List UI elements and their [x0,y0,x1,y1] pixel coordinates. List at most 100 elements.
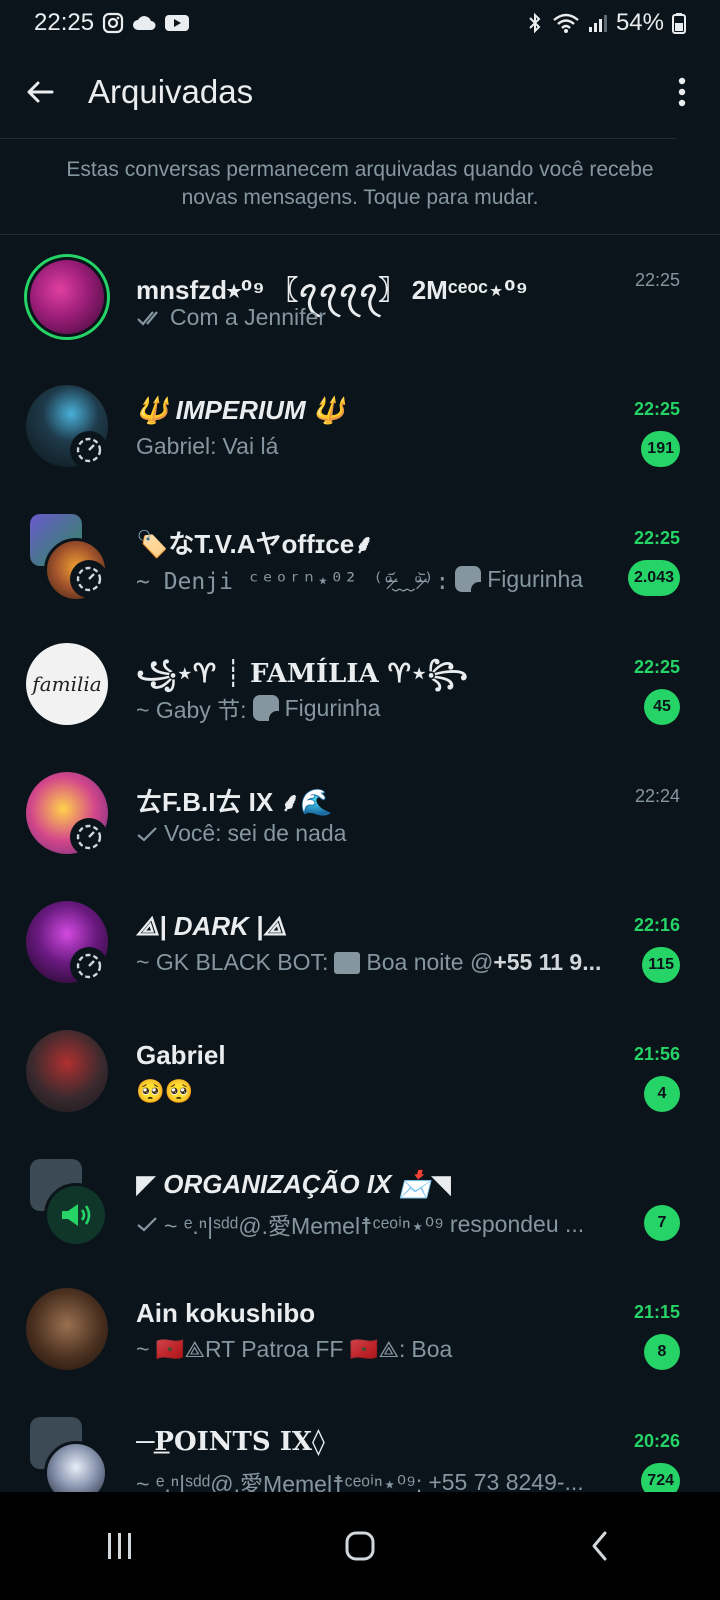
battery-icon [672,12,686,34]
chat-row[interactable]: familia ꧁⋆♈︎ ┊ FAMÍLIA ♈︎⋆꧂ ~ Gaby 节: Fi… [0,629,720,758]
single-check-icon [137,1217,157,1232]
chat-name-text: 🔱 IMPERIUM 🔱 [136,395,346,425]
chat-row[interactable]: Ain kokushibo ~ 🇲🇦⟁RT Patroa FF 🇲🇦⟁: Boa… [0,1274,720,1403]
status-update-icon [70,431,108,469]
chat-preview-sender: Gabriel: [136,433,217,459]
chat-time: 22:25 [633,657,680,677]
page-title: Arquivadas [88,73,254,110]
divider [0,138,676,139]
archive-notice[interactable]: Estas conversas permanecem arquivadas qu… [40,156,680,212]
status-bar: 22:25 54% [0,0,720,46]
chat-name: ◤ ORGANIZAÇÃO IX 📩◥ [136,1169,616,1200]
avatar[interactable] [26,1288,108,1370]
chat-time: 22:25 [634,270,680,290]
chat-row[interactable]: Gabriel 🥺🥺 21:56 4 [0,1016,720,1145]
status-time: 22:25 [34,9,95,36]
chat-preview-text: Vai lá [222,433,279,459]
recent-apps-button[interactable] [60,1492,180,1600]
instagram-icon [102,12,124,34]
chat-preview: ~ GK BLACK BOT: Boa noite @ +55 11 9... [136,949,626,976]
unread-badge: 115 [642,947,680,983]
chat-preview: ~ Denji ᶜᵉᵒʳⁿ⋆⁰² ⁽ᵒ̴̶̷᷄﹏ᵒ̴̶̷᷅⁾: Figurinh… [136,562,626,596]
chat-row[interactable]: 🏷️なT.V.Aヤoffɪce⸙ ~ Denji ᶜᵉᵒʳⁿ⋆⁰² ⁽ᵒ̴̶̷᷄… [0,500,720,629]
chat-preview-mention: +55 11 9... [493,949,602,975]
chat-preview-sender: ~ 🇲🇦⟁RT Patroa FF 🇲🇦⟁: [136,1336,406,1362]
chevron-left-icon [592,1531,607,1561]
avatar-text: familia [32,672,102,696]
chat-preview-text: Boa [411,1336,453,1362]
chat-row[interactable]: ⟁| DARK |⟁ ~ GK BLACK BOT: Boa noite @ +5… [0,887,720,1016]
wifi-icon [552,12,580,34]
chat-preview-text: Figurinha [284,694,381,721]
chat-preview: Com a Jennifer [136,304,626,331]
battery-percent: 54% [615,9,664,36]
sticker-icon [252,695,279,721]
chat-time: 21:56 [633,1044,680,1064]
avatar[interactable] [26,1030,108,1112]
unread-badge: 45 [644,689,680,725]
double-check-icon [137,310,158,326]
chat-preview-text: Boa noite @ [366,949,494,975]
chat-row[interactable]: ㄊF.B.Iㄊ IX ⸙🌊 Você: sei de nada 22:24 [0,758,720,887]
chat-time: 21:15 [633,1302,680,1322]
chat-preview: 🥺🥺 [136,1078,626,1105]
chat-preview-sender: ~ GK BLACK BOT: [136,949,329,975]
unread-badge: 4 [644,1076,680,1112]
chat-preview-sender: ~ Gaby 节: [136,697,247,723]
chat-preview-text: respondeu ... [449,1210,585,1237]
chat-name: 🔱 IMPERIUM 🔱 [136,395,616,426]
chat-preview: Você: sei de nada [136,820,626,847]
chat-time: 22:25 [633,399,680,419]
unread-badge: 2.043 [627,560,680,596]
arrow-left-icon [27,81,54,103]
system-navigation-bar [0,1492,720,1600]
more-vertical-icon [678,77,686,107]
cloud-icon [132,14,156,32]
chat-preview-text: Figurinha [487,565,584,592]
single-check-icon [137,826,157,841]
chat-name-text: ⟁| DARK |⟁ [136,911,287,941]
chat-name: ㄊF.B.Iㄊ IX ⸙🌊 [136,787,333,817]
chat-time: 22:16 [633,915,680,935]
recent-apps-icon [108,1533,131,1559]
avatar[interactable]: familia [26,643,108,725]
chat-row[interactable]: ◤ ORGANIZAÇÃO IX 📩◥ ~ ᵉ.ⁿ|ˢᵈᵈ@.愛Memel☨ᶜᵉ… [0,1145,720,1274]
chat-name: ⟁| DARK |⟁ [136,911,616,943]
chat-name: Ain kokushibo [136,1298,316,1328]
chat-row[interactable]: 🔱 IMPERIUM 🔱 Gabriel: Vai lá 22:25 191 [0,371,720,500]
chat-preview-text: Com a Jennifer [170,304,326,330]
chat-name: 🏷️なT.V.Aヤoffɪce⸙ [136,529,374,559]
app-bar: Arquivadas [0,46,720,138]
bluetooth-icon [526,11,544,35]
unread-badge: 7 [644,1205,680,1241]
image-icon [334,951,361,974]
unread-badge: 191 [641,431,680,467]
divider [0,234,720,235]
home-button[interactable] [300,1492,420,1600]
chat-preview: Gabriel: Vai lá [136,433,626,460]
chat-preview: ~ Gaby 节: Figurinha [136,691,626,725]
avatar[interactable] [24,254,110,340]
status-update-icon [70,818,108,856]
status-update-icon [70,560,108,598]
back-nav-button[interactable] [540,1492,660,1600]
archived-chat-list: mnsfzd⭒⁰⁹ 〖ꪖꪖꪖꪖ〗 2Mᶜᵉᵒᶜ⋆⁰⁹ Com a Jennife… [0,242,720,1532]
chat-time: 22:24 [634,786,680,806]
status-update-icon [70,947,108,985]
community-announcement-icon[interactable] [44,1183,108,1247]
chat-row[interactable]: mnsfzd⭒⁰⁹ 〖ꪖꪖꪖꪖ〗 2Mᶜᵉᵒᶜ⋆⁰⁹ Com a Jennife… [0,242,720,371]
chat-name: Gabriel [136,1040,226,1070]
chat-name: ─͟POINTS IX◊ [136,1427,325,1457]
chat-preview-sender: Você: [164,820,222,846]
chat-preview-sender: ~ ᵉ.ⁿ|ˢᵈᵈ@.愛Memel☨ᶜᵉᵒⁱⁿ⋆⁰⁹ [164,1213,444,1239]
chat-preview: ~ ᵉ.ⁿ|ˢᵈᵈ@.愛Memel☨ᶜᵉᵒⁱⁿ⋆⁰⁹ respondeu ... [136,1207,626,1241]
chat-preview: ~ 🇲🇦⟁RT Patroa FF 🇲🇦⟁: Boa [136,1336,626,1363]
back-button[interactable] [0,46,80,138]
chat-preview-text: sei de nada [227,820,347,846]
chat-name-text: ◤ ORGANIZAÇÃO IX 📩◥ [136,1169,452,1199]
chat-preview-text: 🥺🥺 [136,1078,194,1104]
more-options-button[interactable] [652,46,712,138]
sticker-icon [455,566,482,592]
chat-preview-sender: ~ Denji ᶜᵉᵒʳⁿ⋆⁰² ⁽ᵒ̴̶̷᷄﹏ᵒ̴̶̷᷅⁾: [136,569,450,595]
signal-icon [588,12,608,34]
